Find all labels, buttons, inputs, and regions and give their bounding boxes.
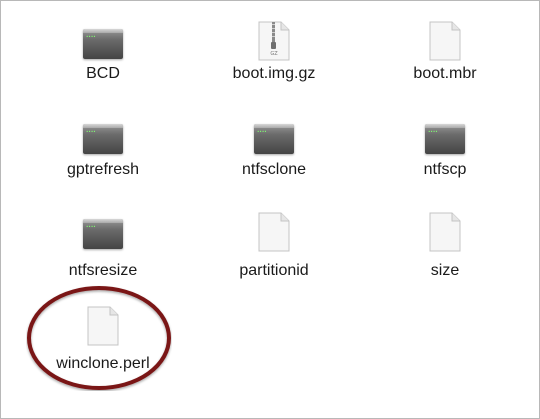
file-item-gptrefresh[interactable]: •••• gptrefresh: [43, 115, 163, 185]
file-item-ntfsclone[interactable]: •••• ntfsclone: [214, 115, 334, 185]
file-name: boot.img.gz: [232, 65, 316, 82]
document-icon: [429, 212, 461, 252]
file-item-boot-img-gz[interactable]: GZ boot.img.gz: [214, 21, 334, 91]
document-icon: [258, 212, 290, 252]
file-name: BCD: [86, 65, 120, 82]
file-item-bcd[interactable]: •••• BCD: [43, 21, 163, 91]
file-name: partitionid: [239, 262, 309, 279]
terminal-executable-icon: ••••: [83, 124, 123, 154]
file-name: boot.mbr: [413, 65, 477, 82]
file-item-ntfsresize[interactable]: •••• ntfsresize: [43, 209, 163, 281]
file-name: ntfscp: [423, 161, 467, 178]
file-item-ntfscp[interactable]: •••• ntfscp: [385, 115, 505, 185]
file-name: size: [430, 262, 460, 279]
zip-archive-icon: GZ: [258, 21, 290, 61]
finder-window: •••• BCD GZ boot.img.gz boot.mbr •••• gp…: [0, 0, 540, 419]
terminal-executable-icon: ••••: [254, 124, 294, 154]
highlight-ellipse: [27, 286, 171, 390]
file-name: ntfsresize: [68, 262, 138, 279]
file-name: ntfsclone: [241, 161, 307, 178]
file-item-boot-mbr[interactable]: boot.mbr: [385, 21, 505, 91]
document-icon: [429, 21, 461, 61]
file-item-partitionid[interactable]: partitionid: [214, 209, 334, 281]
terminal-executable-icon: ••••: [83, 29, 123, 59]
terminal-executable-icon: ••••: [83, 219, 123, 249]
terminal-executable-icon: ••••: [425, 124, 465, 154]
file-item-size[interactable]: size: [385, 209, 505, 281]
file-name: gptrefresh: [66, 161, 140, 178]
